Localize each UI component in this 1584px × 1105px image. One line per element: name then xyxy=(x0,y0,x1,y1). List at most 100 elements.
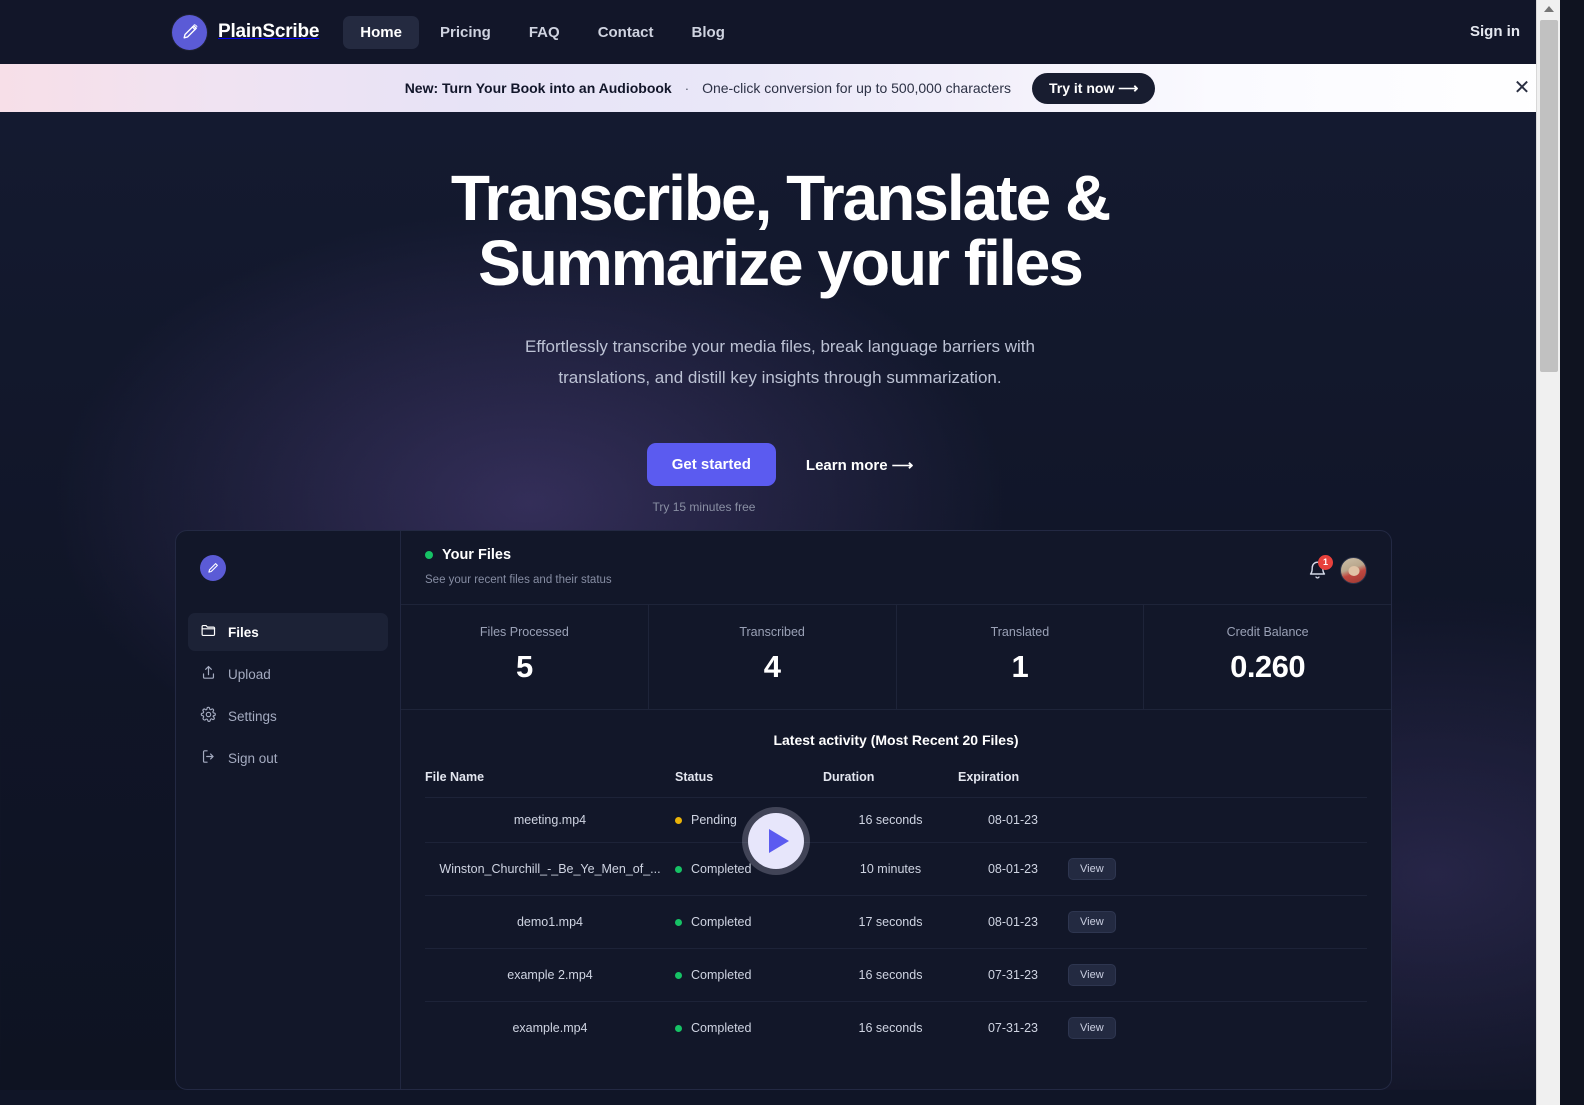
pencil-icon xyxy=(172,14,207,50)
status-dot xyxy=(675,918,682,926)
primary-nav: Home Pricing FAQ Contact Blog xyxy=(343,15,742,49)
dashboard-nav: Files Upload Settings Sign out xyxy=(188,613,388,777)
column-header-actions xyxy=(1068,770,1367,798)
cell-actions: View xyxy=(1068,896,1367,949)
page-root: PlainScribe Home Pricing FAQ Contact Blo… xyxy=(0,0,1560,1105)
column-header-duration: Duration xyxy=(823,770,875,785)
files-table-body: meeting.mp4 Pending 16 seconds 08-01-23 xyxy=(425,797,1367,1055)
learn-more-link[interactable]: Learn more ⟶ xyxy=(806,456,913,474)
stat-files-processed: Files Processed 5 xyxy=(401,605,649,710)
sign-in-link[interactable]: Sign in xyxy=(1458,15,1532,48)
view-button[interactable]: View xyxy=(1068,911,1116,934)
scroll-up-arrow-icon[interactable] xyxy=(1537,0,1560,18)
stat-label: Credit Balance xyxy=(1226,625,1309,640)
get-started-button[interactable]: Get started xyxy=(646,443,776,487)
cell-actions: View xyxy=(1068,1002,1367,1055)
cell-file-name: meeting.mp4 xyxy=(513,813,587,828)
brand-name: PlainScribe xyxy=(218,21,320,42)
close-icon[interactable]: ✕ xyxy=(1510,76,1534,100)
view-button[interactable]: View xyxy=(1068,858,1116,881)
column-header-status: Status xyxy=(675,770,714,785)
table-row[interactable]: example 2.mp4 Completed 16 seconds 07-31… xyxy=(425,948,1367,1002)
cell-file-name: example.mp4 xyxy=(512,1021,588,1036)
banner-headline: New: Turn Your Book into an Audiobook xyxy=(404,80,672,96)
status-dot xyxy=(675,816,682,824)
stat-label: Transcribed xyxy=(739,625,805,640)
column-header-expiration: Expiration xyxy=(958,770,1020,785)
files-table: File Name Status Duration Expiration mee… xyxy=(425,770,1367,1054)
status-badge: Pending xyxy=(691,813,737,828)
upload-icon xyxy=(200,664,217,684)
cell-duration: 16 seconds xyxy=(858,968,923,983)
cell-duration: 16 seconds xyxy=(858,1021,923,1036)
banner-separator: · xyxy=(684,80,690,96)
dashboard-card: Files Upload Settings Sign out Your File… xyxy=(175,530,1392,1091)
stat-label: Files Processed xyxy=(479,625,569,640)
files-table-head: File Name Status Duration Expiration xyxy=(425,770,1367,798)
cell-duration: 16 seconds xyxy=(858,813,923,828)
column-header-file-name: File Name xyxy=(425,770,485,785)
play-icon[interactable] xyxy=(748,813,804,869)
stat-translated: Translated 1 xyxy=(897,605,1145,710)
table-row[interactable]: example.mp4 Completed 16 seconds 07-31-2… xyxy=(425,1001,1367,1055)
dashboard-preview-wrap: Files Upload Settings Sign out Your File… xyxy=(0,530,1560,1091)
page-title: Transcribe, Translate & Summarize your f… xyxy=(400,165,1160,300)
cell-expiration: 08-01-23 xyxy=(987,915,1039,930)
page-scrollbar[interactable] xyxy=(1536,0,1560,1105)
nav-item-contact[interactable]: Contact xyxy=(581,16,671,49)
free-trial-note: Try 15 minutes free xyxy=(652,500,756,515)
table-row[interactable]: Winston_Churchill_-_Be_Ye_Men_of_... Com… xyxy=(425,842,1367,896)
cell-actions xyxy=(1068,798,1367,843)
status-badge: Completed xyxy=(691,862,752,877)
latest-activity-section: Latest activity (Most Recent 20 Files) F… xyxy=(401,710,1391,1089)
sidebar-item-signout[interactable]: Sign out xyxy=(188,739,388,777)
dashboard-subtitle: See your recent files and their status xyxy=(425,574,612,587)
nav-item-faq[interactable]: FAQ xyxy=(512,16,577,49)
dashboard-header: Your Files See your recent files and the… xyxy=(401,531,1391,606)
cell-expiration: 07-31-23 xyxy=(987,968,1039,983)
stat-label: Translated xyxy=(990,625,1050,640)
cell-file-name: Winston_Churchill_-_Be_Ye_Men_of_... xyxy=(439,862,661,877)
dashboard-header-actions: 1 xyxy=(1306,547,1367,585)
status-dot xyxy=(675,865,682,873)
cell-expiration: 07-31-23 xyxy=(987,1021,1039,1036)
hero-heading-line-2: Summarize your files xyxy=(478,227,1084,300)
cell-duration: 10 minutes xyxy=(859,862,922,877)
status-badge: Completed xyxy=(691,1021,752,1036)
brand-logo-link[interactable]: PlainScribe xyxy=(172,14,320,50)
table-row[interactable]: demo1.mp4 Completed 17 seconds 08-01-23 xyxy=(425,895,1367,949)
nav-item-blog[interactable]: Blog xyxy=(675,16,742,49)
sidebar-item-upload[interactable]: Upload xyxy=(188,655,388,693)
nav-item-pricing[interactable]: Pricing xyxy=(423,16,508,49)
scrollbar-thumb[interactable] xyxy=(1540,20,1558,372)
avatar[interactable] xyxy=(1340,557,1367,585)
cell-status: Completed xyxy=(675,896,823,949)
view-button[interactable]: View xyxy=(1068,1017,1116,1040)
status-badge: Completed xyxy=(691,968,752,983)
status-dot xyxy=(675,1024,682,1032)
stat-credit-balance: Credit Balance 0.260 xyxy=(1144,605,1391,709)
navbar-right: Sign in xyxy=(1458,23,1532,41)
banner-subtext: One-click conversion for up to 500,000 c… xyxy=(702,80,1011,96)
cell-file-name: demo1.mp4 xyxy=(516,915,583,930)
sidebar-item-settings[interactable]: Settings xyxy=(188,697,388,735)
dashboard-title: Your Files xyxy=(442,547,512,564)
dashboard-header-left: Your Files See your recent files and the… xyxy=(425,547,612,586)
gear-icon xyxy=(200,706,217,726)
stat-transcribed: Transcribed 4 xyxy=(649,605,897,710)
bell-icon[interactable]: 1 xyxy=(1306,554,1333,582)
activity-title: Latest activity (Most Recent 20 Files) xyxy=(773,732,1019,749)
dashboard-sidebar: Files Upload Settings Sign out xyxy=(176,531,401,1090)
table-row[interactable]: meeting.mp4 Pending 16 seconds 08-01-23 xyxy=(425,797,1367,843)
cell-expiration: 08-01-23 xyxy=(987,813,1039,828)
nav-item-home[interactable]: Home xyxy=(343,15,419,49)
hero-heading-line-1: Transcribe, Translate & xyxy=(450,162,1111,234)
sidebar-item-files[interactable]: Files xyxy=(188,613,388,652)
view-button[interactable]: View xyxy=(1068,964,1116,987)
signout-icon xyxy=(200,748,217,768)
cell-actions: View xyxy=(1068,843,1367,896)
dashboard-main: Your Files See your recent files and the… xyxy=(401,531,1391,1089)
announcement-banner: New: Turn Your Book into an Audiobook · … xyxy=(0,64,1560,112)
folder-icon xyxy=(200,622,217,642)
try-it-now-button[interactable]: Try it now ⟶ xyxy=(1032,72,1156,104)
